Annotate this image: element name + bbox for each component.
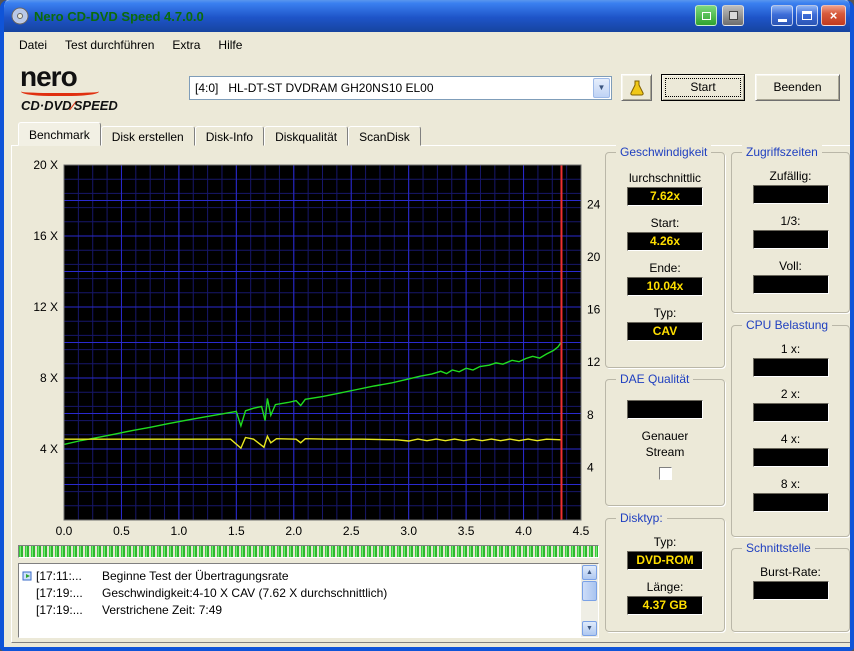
menu-bar: Datei Test durchführen Extra Hilfe [4,32,850,58]
app-cd-icon [11,7,29,25]
group-title: Disktyp: [616,511,667,525]
titlebar: Nero CD-DVD Speed 4.7.0.0 × [4,0,850,32]
burst-rate-label: Burst-Rate: [760,565,821,579]
tab-strip: Benchmark Disk erstellen Disk-Info Diskq… [18,122,421,146]
cpu-8x-value [753,493,829,512]
random-label: Zufällig: [769,169,811,183]
disk-icon [729,11,738,20]
cpu-1x-label: 1 x: [781,342,800,356]
full-label: Voll: [779,259,802,273]
log-time: [17:19:... [36,603,102,617]
start-button[interactable]: Start [661,74,745,101]
chevron-down-icon[interactable]: ▼ [593,78,610,98]
log-row: [17:19:... Geschwindigkeit:4-10 X CAV (7… [22,584,578,601]
cpu-2x-value [753,403,829,422]
third-label: 1/3: [780,214,800,228]
type-label: Typ: [654,306,677,320]
close-icon: × [830,9,838,22]
cpu-4x-label: 4 x: [781,432,800,446]
group-zugriffszeiten: Zugriffszeiten Zufällig: 1/3: Voll: [731,152,850,313]
average-label: lurchschnittlic [629,171,701,185]
start-label: Start: [651,216,680,230]
end-speed-value: 10.04x [627,277,703,296]
log-text: Beginne Test der Übertragungsrate [102,569,289,583]
tab-scandisk[interactable]: ScanDisk [348,126,421,146]
log-time: [17:11:... [36,569,102,583]
log-listbox[interactable]: [17:11:... Beginne Test der Übertragungs… [18,563,599,638]
capture-save-button[interactable] [722,5,744,26]
disc-length-value: 4.37 GB [627,596,703,615]
accurate-stream-checkbox[interactable] [659,467,672,480]
tab-disk-info[interactable]: Disk-Info [195,126,264,146]
group-dae-qualitaet: DAE Qualität Genauer Stream [605,379,725,506]
drive-select-value: [4:0] HL-DT-ST DVDRAM GH20NS10 EL00 [195,77,434,99]
group-disktyp: Disktyp: Typ: DVD-ROM Länge: 4.37 GB [605,518,725,632]
log-row: [17:19:... Verstrichene Zeit: 7:49 [22,601,578,618]
log-text: Geschwindigkeit:4-10 X CAV (7.62 X durch… [102,586,387,600]
menu-datei[interactable]: Datei [10,35,56,55]
speed-type-value: CAV [627,322,703,341]
minimize-button[interactable] [771,5,793,26]
scroll-up-icon[interactable]: ▲ [582,565,597,580]
cpu-1x-value [753,358,829,377]
log-time: [17:19:... [36,586,102,600]
nero-logo: nero CD·DVD⁄SPEED [20,64,180,114]
flask-icon [628,79,646,97]
disc-type-value: DVD-ROM [627,551,703,570]
tab-diskqualitaet[interactable]: Diskqualität [264,126,348,146]
maximize-icon [802,11,812,20]
start-speed-value: 4.26x [627,232,703,251]
group-title: DAE Qualität [616,372,693,386]
group-cpu-belastung: CPU Belastung 1 x: 2 x: 4 x: 8 x: [731,325,850,537]
cpu-2x-label: 2 x: [781,387,800,401]
group-title: CPU Belastung [742,318,832,332]
app-window: Nero CD-DVD Speed 4.7.0.0 × Datei Test d… [0,0,854,651]
disc-type-label: Typ: [654,535,677,549]
nero-logo-swoosh [21,87,99,96]
log-scrollbar[interactable]: ▲ ▼ [581,564,598,637]
close-button[interactable]: × [821,5,846,26]
group-title: Schnittstelle [742,541,815,555]
progress-bar [18,545,599,558]
cpu-4x-value [753,448,829,467]
group-title: Geschwindigkeit [616,145,711,159]
random-access-value [753,185,829,204]
group-schnittstelle: Schnittstelle Burst-Rate: [731,548,850,632]
accurate-stream-label-2: Stream [646,445,685,459]
window-title: Nero CD-DVD Speed 4.7.0.0 [34,9,204,24]
group-title: Zugriffszeiten [742,145,822,159]
options-button[interactable] [621,74,652,101]
scroll-down-icon[interactable]: ▼ [582,621,597,636]
end-label: Ende: [649,261,680,275]
tab-benchmark[interactable]: Benchmark [18,122,101,146]
log-text: Verstrichene Zeit: 7:49 [102,603,222,617]
drive-select[interactable]: [4:0] HL-DT-ST DVDRAM GH20NS10 EL00 ▼ [189,76,612,100]
dae-quality-value [627,400,703,419]
burst-rate-value [753,581,829,600]
menu-extra[interactable]: Extra [163,35,209,55]
tab-disk-erstellen[interactable]: Disk erstellen [101,126,195,146]
cddvdspeed-logo-text: CD·DVD⁄SPEED [21,98,118,113]
capture-window-button[interactable] [695,5,717,26]
cpu-8x-label: 8 x: [781,477,800,491]
log-row: [17:11:... Beginne Test der Übertragungs… [22,567,578,584]
maximize-button[interactable] [796,5,818,26]
menu-hilfe[interactable]: Hilfe [209,35,251,55]
average-speed-value: 7.62x [627,187,703,206]
disc-length-label: Länge: [647,580,684,594]
quit-button[interactable]: Beenden [755,74,840,101]
accurate-stream-label-1: Genauer [642,429,689,443]
menu-test-durchfuehren[interactable]: Test durchführen [56,35,163,55]
minimize-icon [778,19,787,22]
log-entry-icon [22,571,34,581]
third-access-value [753,230,829,249]
scrollbar-thumb[interactable] [582,581,597,601]
group-geschwindigkeit: Geschwindigkeit lurchschnittlic 7.62x St… [605,152,725,368]
full-access-value [753,275,829,294]
window-icon [702,12,711,20]
